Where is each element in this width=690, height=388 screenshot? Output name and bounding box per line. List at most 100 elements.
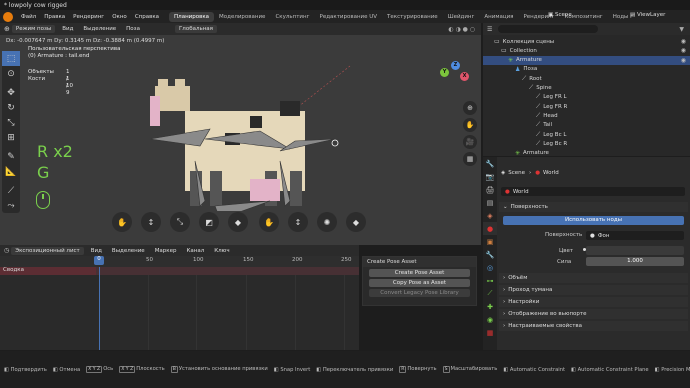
transform-tool-icon[interactable]: ⊞ [2,130,20,145]
shading-buttons[interactable]: ◐ ◑ ● ○ [448,26,475,33]
mist-panel-header[interactable]: › Проход тумана [499,285,688,295]
axis-y-icon[interactable]: Y [440,68,449,77]
texture-tab-icon[interactable]: ▦ [483,326,497,339]
orientation-dropdown[interactable]: Глобальная [174,25,217,33]
viewport-display-panel-header[interactable]: › Отображение во вьюпорте [499,309,688,319]
outliner-row[interactable]: ⟋ Tail [483,121,690,130]
bone-tool-icon[interactable]: ⟋ [2,183,20,198]
menu-view[interactable]: Вид [87,247,106,255]
scale-tool-icon[interactable]: ⤡ [2,115,20,130]
move-tool-icon[interactable]: ✥ [2,85,20,100]
menu-pose[interactable]: Поза [122,25,144,33]
mode-dropdown[interactable]: Экспозиционный лист [11,246,84,255]
tab-texture[interactable]: Текстурирование [382,12,443,22]
axis-x-icon[interactable]: X [460,72,469,81]
menu-edit[interactable]: Правка [40,14,69,20]
outliner-row[interactable]: ⟋ Leg Bc R [483,139,690,148]
world-tab-icon[interactable]: ● [483,222,497,235]
outliner-row[interactable]: ⟋ Spine [483,84,690,93]
tool-tab-icon[interactable]: 🔧 [483,157,497,170]
pan-icon[interactable]: ✋ [463,118,477,132]
custom-props-panel-header[interactable]: › Настраиваемые свойства [499,321,688,331]
menu-key[interactable]: Ключ [210,247,233,255]
object-tab-icon[interactable]: ▣ [483,235,497,248]
summary-channel[interactable]: Сводка [0,267,96,275]
render-tab-icon[interactable]: 📷 [483,170,497,183]
3d-viewport[interactable]: ⊕ Режим позы Вид Выделение Поза Глобальн… [0,23,481,245]
panel-title[interactable]: Create Pose Asset [363,257,476,267]
surface-panel-header[interactable]: ⌄ Поверхность [499,202,688,212]
outliner-row[interactable]: ▭ Коллекция сцены ◉ [483,37,690,46]
blender-logo-icon[interactable] [3,11,13,22]
dope-sheet[interactable]: ◷ Экспозиционный лист Вид Выделение Марк… [0,245,359,350]
outliner-row[interactable]: ⟋ Head [483,111,690,120]
dope-sheet-body[interactable]: Сводка [0,267,359,350]
use-nodes-button[interactable]: Использовать ноды [503,216,684,225]
frame-ruler[interactable]: 0 50 100 150 200 250 [0,256,359,267]
select-tool-icon[interactable]: ⬚ [2,51,20,66]
axis-z-icon[interactable]: Z [451,61,460,70]
modifier-tab-icon[interactable]: 🔧 [483,248,497,261]
outliner-row[interactable]: ⟋ Root [483,74,690,83]
menu-file[interactable]: Файл [17,14,40,20]
editor-type-icon[interactable]: ◷ [4,247,9,254]
visibility-eye-icon[interactable]: ◉ [681,57,686,64]
navigation-gizmo[interactable]: X Y Z [438,61,472,95]
outliner-search[interactable] [498,25,599,33]
menu-channel[interactable]: Канал [183,247,209,255]
orbit-icon[interactable]: ✺ [317,212,337,232]
outliner-row[interactable]: ✳ Armature ◉ [483,55,690,65]
constraint-tab-icon[interactable]: ⊶ [483,274,497,287]
tab-shading[interactable]: Шейдинг [443,12,480,22]
zoom-icon[interactable]: ⊕ [463,101,477,115]
convert-legacy-button[interactable]: Convert Legacy Pose Library [369,289,470,297]
viewlayer-tab-icon[interactable]: ▤ [483,196,497,209]
menu-help[interactable]: Справка [131,14,163,20]
menu-marker[interactable]: Маркер [151,247,181,255]
tab-layout[interactable]: Планировка [169,11,215,22]
world-selector[interactable]: ● World [501,187,685,196]
tab-animation[interactable]: Анимация [479,12,518,22]
pan-view-icon[interactable]: ✋ [112,212,132,232]
scale-view-icon[interactable]: ⤡ [170,212,190,232]
menu-select[interactable]: Выделение [79,25,120,33]
annotate-tool-icon[interactable]: ✎ [2,149,20,164]
measure-tool-icon[interactable]: 📐 [2,164,20,179]
tab-modeling[interactable]: Моделирование [214,12,270,22]
updown-icon[interactable]: ↕ [288,212,308,232]
physics-tab-icon[interactable]: ◎ [483,261,497,274]
rotate-tool-icon[interactable]: ↻ [2,100,20,115]
filter-icon[interactable]: ▼ [679,26,684,33]
scene-selector[interactable]: ▣ Scene [548,12,572,18]
outliner-row[interactable]: ⟋ Leg Bc L [483,130,690,139]
grid-icon[interactable]: ▦ [463,152,477,166]
visibility-eye-icon[interactable]: ◉ [681,47,686,54]
surface-shader-field[interactable]: ● Фон [586,231,684,240]
menu-view[interactable]: Вид [58,25,77,33]
outliner-row[interactable]: ▭ Collection ◉ [483,46,690,55]
material-tab-icon[interactable]: ◉ [483,313,497,326]
menu-render[interactable]: Рендеринг [69,14,108,20]
outliner-row[interactable]: ⟋ Leg FR L [483,93,690,102]
editor-type-icon[interactable]: ☰ [487,26,492,33]
current-frame[interactable]: 0 [94,256,104,265]
color-swatch[interactable] [586,246,684,255]
properties-editor[interactable]: 🔧 📷 🖨 ▤ ◈ ● ▣ 🔧 ◎ ⊶ ⟋ ✚ ◉ ▦ ◈ Scene › ● … [483,157,690,350]
settings-panel-header[interactable]: › Настройки [499,297,688,307]
move-view-icon[interactable]: ↕ [141,212,161,232]
relax-tool-icon[interactable]: ⤳ [2,198,20,213]
tab-sculpting[interactable]: Скульптинг [270,12,314,22]
menu-window[interactable]: Окно [108,14,131,20]
tab-uv[interactable]: Редактирование UV [315,12,383,22]
cursor-tool-icon[interactable]: ⊙ [2,66,20,81]
frame-selected-icon[interactable]: ◩ [199,212,219,232]
mode-dropdown[interactable]: Режим позы [11,25,56,33]
copy-pose-button[interactable]: Copy Pose as Asset [369,279,470,287]
snap-icon[interactable]: ◆ [228,212,248,232]
scene-tab-icon[interactable]: ◈ [483,209,497,222]
hand-icon[interactable]: ✋ [259,212,279,232]
visibility-eye-icon[interactable]: ◉ [681,38,686,45]
viewlayer-selector[interactable]: ▤ ViewLayer [630,12,665,18]
playhead[interactable] [99,267,100,350]
diamond-icon[interactable]: ◆ [346,212,366,232]
